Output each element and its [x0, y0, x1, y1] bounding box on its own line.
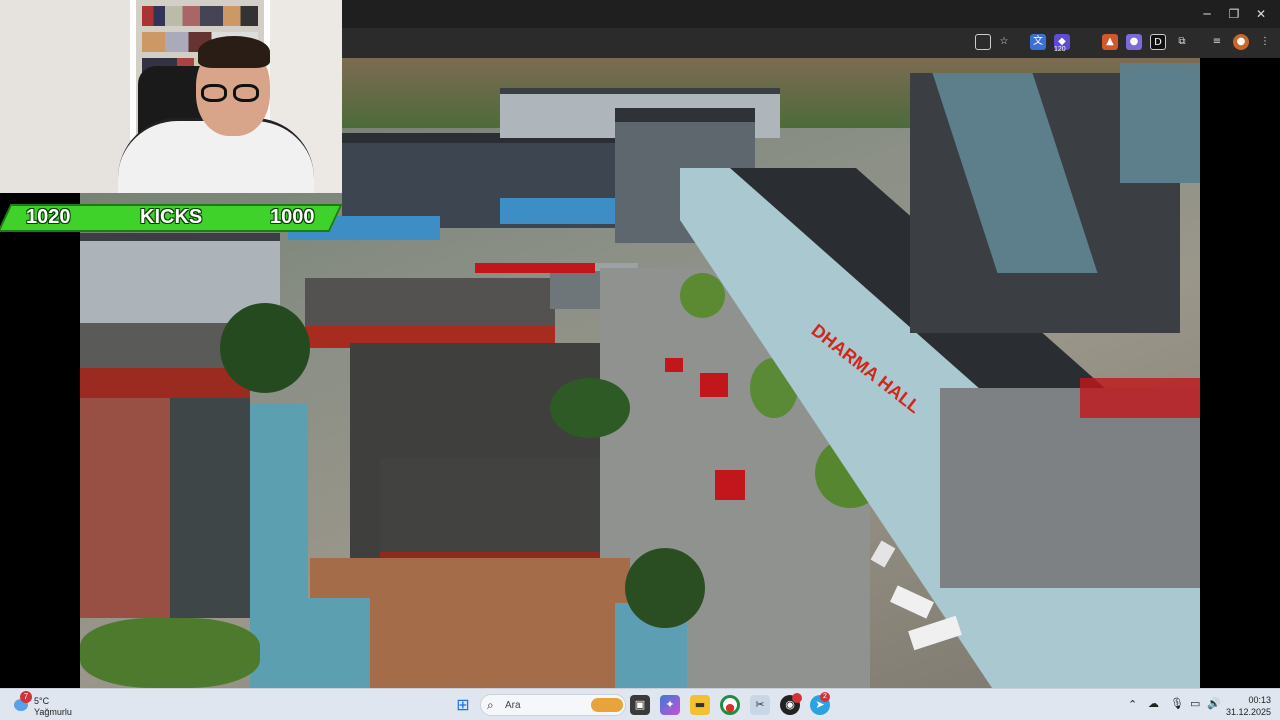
weather-desc: Yağmurlu	[34, 707, 72, 717]
kicks-counter: 1020 KICKS 1000	[0, 204, 343, 232]
start-windows-icon[interactable]: ⊞	[453, 695, 473, 715]
monk-group	[700, 373, 728, 397]
window-icon[interactable]	[975, 34, 991, 50]
webcam-overlay	[0, 0, 342, 193]
red-hall	[305, 278, 555, 348]
teal-roof-right	[1120, 63, 1200, 183]
profile-icon[interactable]: ●	[1233, 34, 1249, 50]
chrome-icon[interactable]: ●	[720, 695, 740, 715]
volume-icon[interactable]: 🔊	[1207, 697, 1221, 710]
playlist-icon[interactable]: ≡	[1209, 34, 1225, 50]
kicks-left-count: 1020	[26, 206, 71, 228]
tree	[220, 303, 310, 393]
translate-icon[interactable]: 文	[1030, 34, 1046, 50]
display-icon[interactable]: ▭	[1190, 697, 1200, 710]
van	[908, 615, 962, 651]
kicks-right-count: 1000	[270, 206, 315, 228]
flame-icon[interactable]: ▲	[1102, 34, 1118, 50]
microphone-icon[interactable]: 🎙	[1170, 697, 1184, 710]
file-explorer-icon[interactable]: ▬	[690, 695, 710, 715]
monk-group	[665, 358, 683, 372]
extension-badge: 120	[1054, 46, 1066, 53]
network-icon[interactable]: ☁	[1148, 697, 1159, 710]
close-icon[interactable]: ✕	[1251, 4, 1271, 24]
search-icon: ⌕	[487, 698, 494, 712]
telegram-badge: 2	[820, 692, 830, 702]
rooftop-area	[940, 388, 1200, 588]
kicks-title: KICKS	[140, 206, 203, 228]
clock-time: 00:13	[1248, 695, 1271, 705]
clock[interactable]: 00:13 31.12.2025	[1225, 693, 1275, 719]
menu-icon[interactable]: ⋮	[1257, 34, 1273, 50]
desktop-screen: ─ ❐ ✕ ☆ 文 ◆ 120 ▲ ● D ⧉ ≡ ● ⋮ DHARMA HAL…	[0, 0, 1280, 720]
chevron-up-icon[interactable]: ⌃	[1128, 698, 1137, 711]
copilot-icon[interactable]: ✦	[660, 695, 680, 715]
weather-temp: 5°C	[34, 696, 50, 706]
tree	[680, 273, 725, 318]
task-view-icon[interactable]: ▣	[630, 695, 650, 715]
weather-badge: 7	[20, 691, 32, 703]
search-placeholder: Ara	[505, 700, 521, 711]
monk-group	[715, 470, 745, 500]
notification-dot	[792, 693, 802, 703]
blue-awning	[500, 198, 630, 224]
star-icon[interactable]: ☆	[996, 34, 1012, 50]
monk-group	[475, 263, 595, 273]
glasses-icon	[201, 84, 227, 102]
search-box[interactable]: ⌕ Ara	[480, 694, 626, 716]
windows-taskbar: 7 5°C Yağmurlu ⊞ ⌕ Ara ▣ ✦ ▬ ● ✂ ◉ ➤ 2 ⌃…	[0, 688, 1280, 720]
glasses-icon	[233, 84, 259, 102]
tree	[625, 548, 705, 628]
d-icon[interactable]: D	[1150, 34, 1166, 50]
teal-roof-bottom	[250, 598, 370, 688]
tree	[80, 618, 260, 688]
maximize-icon[interactable]: ❐	[1224, 4, 1244, 24]
clock-date: 31.12.2025	[1225, 707, 1271, 717]
car	[870, 540, 896, 568]
left-complex	[80, 398, 250, 618]
snipping-tool-icon[interactable]: ✂	[750, 695, 770, 715]
ext-icon[interactable]: ●	[1126, 34, 1142, 50]
person-hair	[198, 36, 270, 68]
search-highlight-icon	[591, 698, 623, 712]
minimize-icon[interactable]: ─	[1197, 4, 1217, 24]
puzzle-icon[interactable]: ⧉	[1174, 34, 1190, 50]
tree	[550, 378, 630, 438]
monk-group	[1080, 378, 1200, 418]
weather-widget[interactable]: 7 5°C Yağmurlu	[10, 691, 90, 719]
